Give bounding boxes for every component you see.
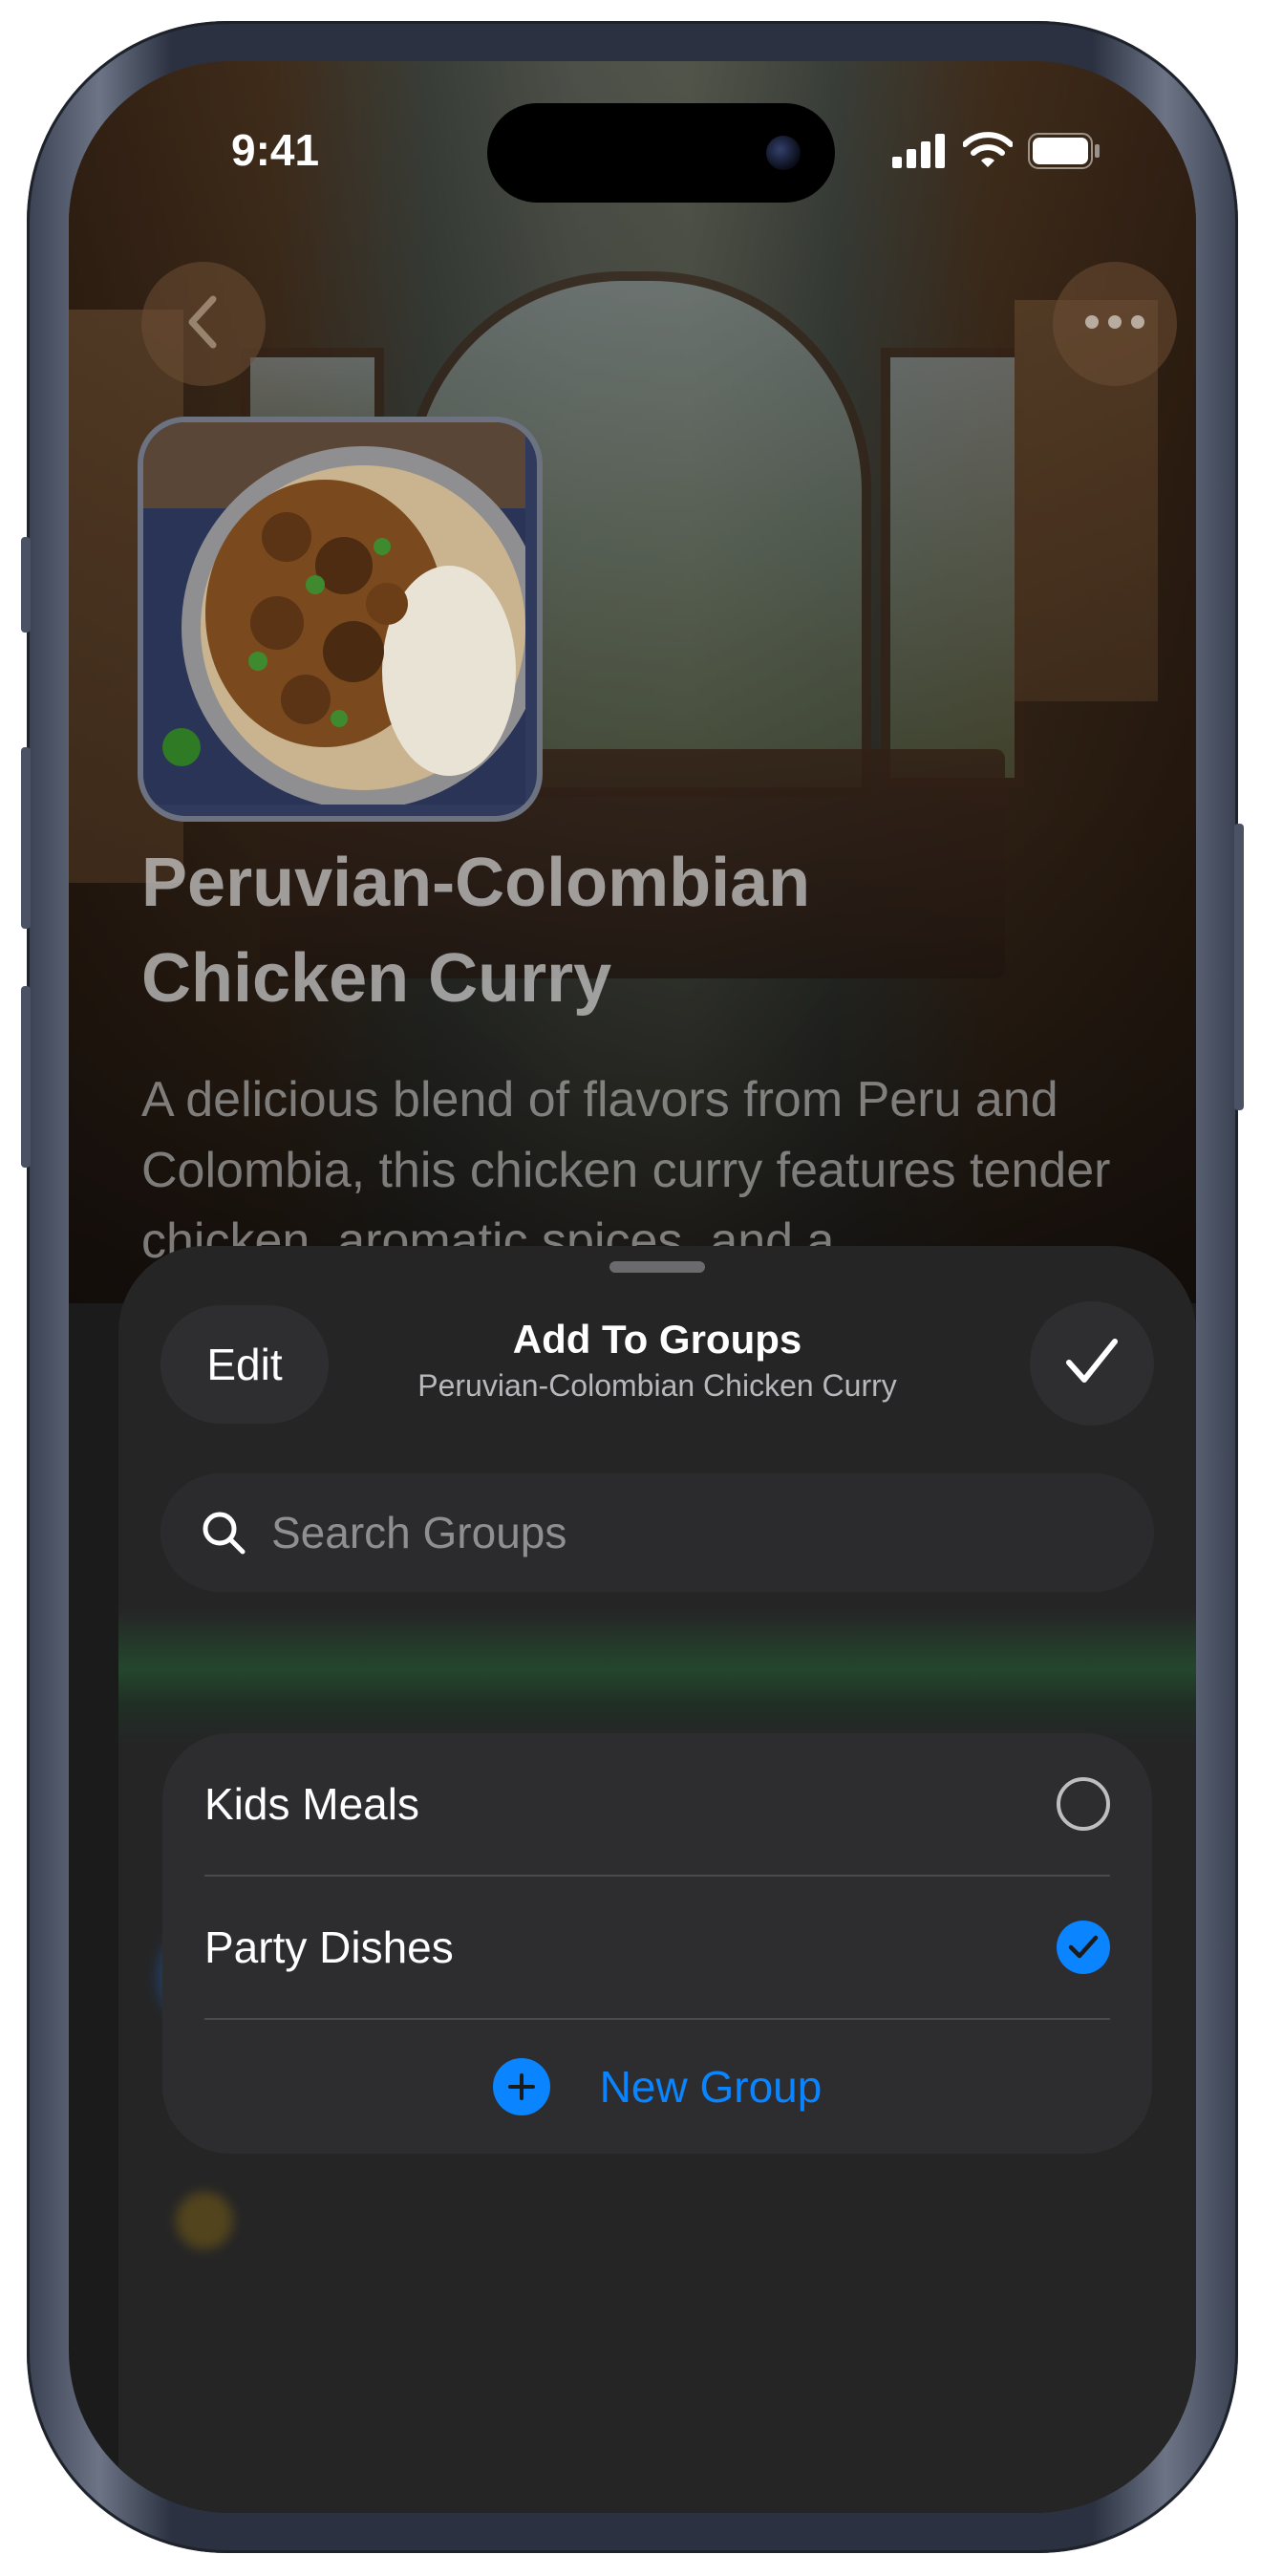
volume-down-button bbox=[21, 986, 31, 1168]
group-row-kids-meals[interactable]: Kids Meals bbox=[204, 1733, 1110, 1877]
screen: 9:41 Peruvian-Colombian Chicken Curry A … bbox=[69, 61, 1196, 2513]
new-group-label: New Group bbox=[599, 2062, 823, 2112]
cellular-signal-icon bbox=[892, 134, 948, 173]
recipe-title-line-2: Chicken Curry bbox=[141, 940, 612, 1017]
more-button[interactable] bbox=[1053, 262, 1177, 386]
camera-lens bbox=[766, 136, 801, 170]
ellipsis-icon bbox=[1084, 314, 1145, 334]
add-to-groups-sheet: Edit Add To Groups Peruvian-Colombian Ch… bbox=[118, 1246, 1196, 2513]
curry-dish-illustration bbox=[143, 422, 537, 809]
power-button bbox=[1234, 824, 1244, 1110]
recipe-description: A delicious blend of flavors from Peru a… bbox=[141, 1072, 1111, 1265]
blurred-background-band bbox=[118, 1609, 1196, 1743]
group-label: Party Dishes bbox=[204, 1922, 454, 1972]
unselected-circle-icon[interactable] bbox=[1057, 1777, 1110, 1831]
recipe-title-line-1: Peruvian-Colombian bbox=[141, 845, 811, 921]
status-icons bbox=[892, 132, 1101, 175]
action-button bbox=[21, 537, 31, 633]
checkmark-icon bbox=[1065, 1338, 1119, 1390]
new-group-button[interactable]: New Group bbox=[162, 2020, 1152, 2154]
search-icon bbox=[201, 1510, 246, 1556]
blurred-shape bbox=[176, 2192, 233, 2249]
recipe-image bbox=[138, 417, 543, 822]
group-row-party-dishes[interactable]: Party Dishes bbox=[204, 1877, 1110, 2020]
wifi-icon bbox=[962, 132, 1014, 175]
chevron-left-icon bbox=[184, 293, 223, 355]
search-bar[interactable] bbox=[160, 1473, 1154, 1592]
search-input[interactable] bbox=[269, 1506, 1057, 1559]
group-label: Kids Meals bbox=[204, 1779, 419, 1829]
recipe-title: Peruvian-Colombian Chicken Curry bbox=[141, 835, 1097, 1026]
done-button[interactable] bbox=[1030, 1301, 1154, 1426]
volume-up-button bbox=[21, 747, 31, 929]
plus-circle-icon bbox=[492, 2058, 550, 2115]
back-button[interactable] bbox=[141, 262, 266, 386]
status-time: 9:41 bbox=[231, 125, 320, 175]
sheet-grabber[interactable] bbox=[609, 1261, 705, 1273]
dynamic-island bbox=[487, 103, 835, 203]
checkmark-circle-icon[interactable] bbox=[1057, 1921, 1110, 1974]
groups-list: Kids Meals Party Dishes New Group bbox=[162, 1733, 1152, 2154]
phone-frame: 9:41 Peruvian-Colombian Chicken Curry A … bbox=[21, 21, 1244, 2553]
battery-icon bbox=[1028, 133, 1101, 174]
